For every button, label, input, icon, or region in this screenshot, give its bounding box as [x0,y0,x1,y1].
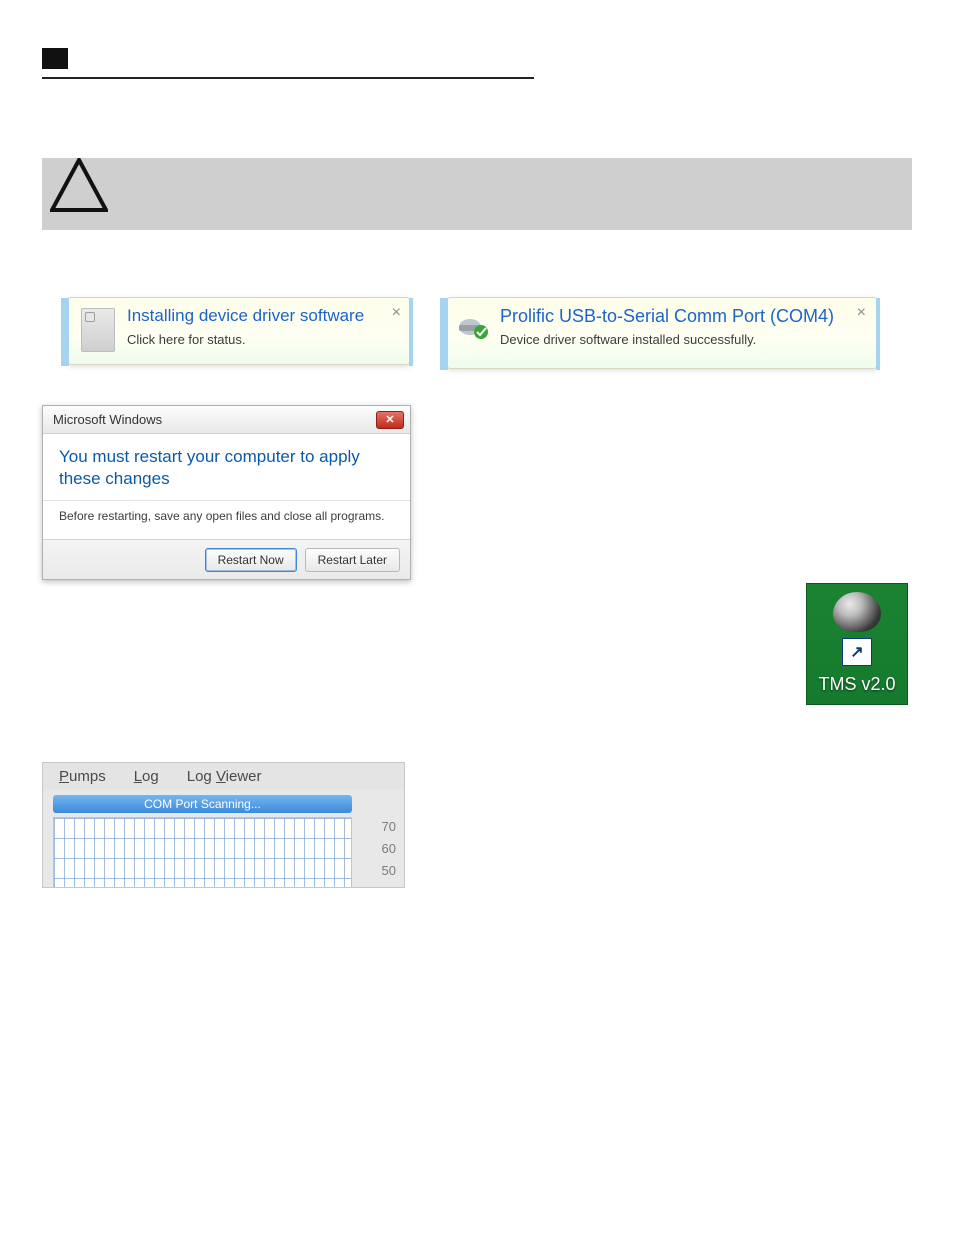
notification-accent-right [876,298,880,370]
menu-item-log-rest: og [142,768,159,785]
menu-item-pumps-rest: umps [69,768,106,785]
menu-item-logviewer-rest: iewer [226,768,262,785]
restart-later-button[interactable]: Restart Later [305,548,400,572]
shortcut-overlay-icon [842,638,872,666]
menu-item-logviewer-pre: Log [187,768,216,785]
notification-accent-right [409,298,413,366]
caution-band [42,158,912,230]
notification-accent-left [61,298,69,366]
dialog-window-title: Microsoft Windows [49,412,162,427]
notification-subtitle: Device driver software installed success… [500,332,756,347]
notification-title: Prolific USB-to-Serial Comm Port (COM4) [500,306,834,327]
page-marker-square [42,48,68,69]
pump-icon [833,592,881,632]
close-icon[interactable]: × [857,304,866,322]
success-device-icon [456,310,492,340]
desktop-shortcut-tms[interactable]: TMS v2.0 [806,583,908,705]
close-icon[interactable]: × [392,304,401,322]
chart-grid [53,817,352,888]
ytick-50: 50 [382,863,396,878]
dialog-note: Before restarting, save any open files a… [59,509,394,523]
dialog-separator [43,500,410,501]
caution-triangle-icon [50,158,108,212]
dialog-close-button[interactable]: ✕ [376,411,404,429]
restart-now-button[interactable]: Restart Now [205,548,297,572]
notification-subtitle: Click here for status. [127,332,246,347]
dialog-button-bar: Restart Now Restart Later [43,539,410,579]
notification-title: Installing device driver software [127,306,364,326]
notification-install-driver[interactable]: Installing device driver software Click … [68,297,410,365]
ytick-60: 60 [382,841,396,856]
notification-accent-left [440,298,448,370]
page-header-rule [42,77,534,79]
tms-menubar: Pumps Log Log Viewer [43,763,404,789]
ytick-70: 70 [382,819,396,834]
com-scan-status: COM Port Scanning... [53,795,352,813]
menu-item-logviewer[interactable]: Log Viewer [187,768,262,785]
notification-driver-installed[interactable]: Prolific USB-to-Serial Comm Port (COM4) … [447,297,877,369]
tms-app-window: Pumps Log Log Viewer COM Port Scanning..… [42,762,405,888]
dialog-titlebar[interactable]: Microsoft Windows ✕ [43,406,410,434]
desktop-shortcut-label: TMS v2.0 [818,674,895,695]
device-icon [81,308,115,352]
dialog-heading: You must restart your computer to apply … [59,446,394,490]
tms-chart-panel: COM Port Scanning... 70 60 50 40 [43,789,405,888]
menu-item-pumps[interactable]: Pumps [59,768,106,785]
ytick-40: 40 [382,885,396,888]
restart-dialog: Microsoft Windows ✕ You must restart you… [42,405,411,580]
menu-item-log[interactable]: Log [134,768,159,785]
